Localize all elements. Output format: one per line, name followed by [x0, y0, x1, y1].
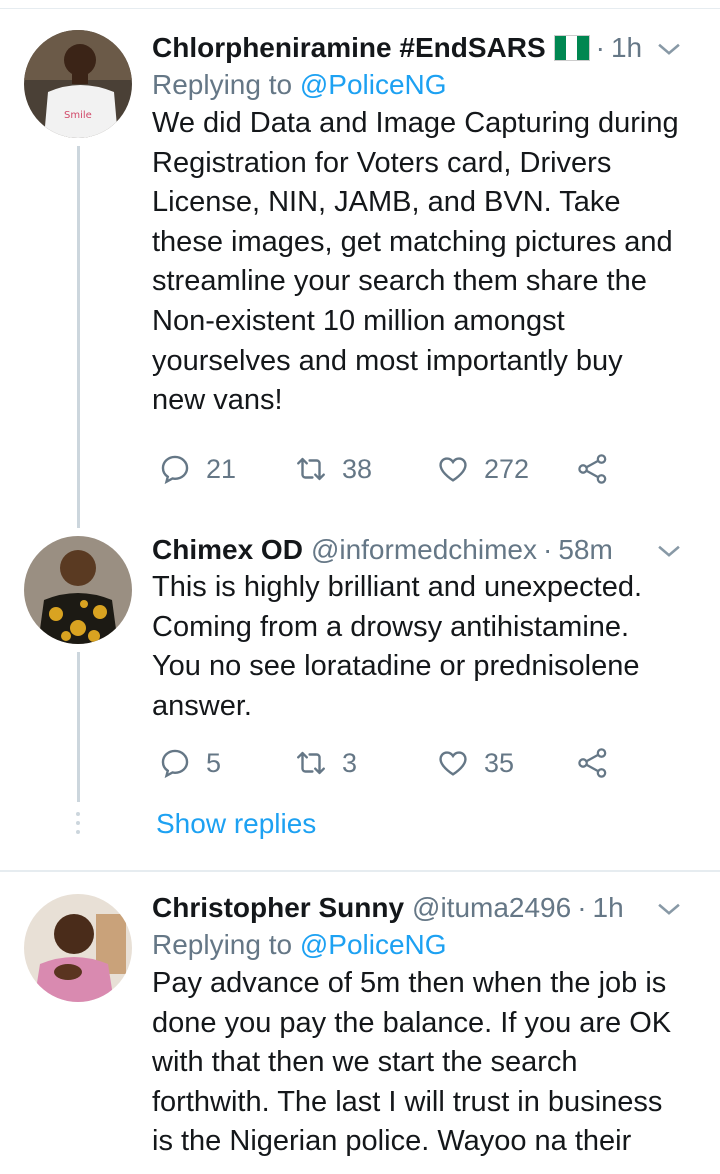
chevron-down-icon[interactable] — [652, 892, 686, 926]
retweet-icon — [297, 751, 325, 775]
like-button[interactable]: 35 — [436, 746, 576, 780]
like-count: 35 — [484, 747, 515, 778]
display-name[interactable]: Christopher Sunny — [152, 890, 404, 926]
replying-to: Replying to @PoliceNG — [152, 69, 447, 100]
reply-count: 5 — [206, 747, 222, 778]
reply-button[interactable]: 5 — [158, 746, 294, 780]
mention-link[interactable]: @PoliceNG — [300, 929, 447, 960]
timestamp[interactable]: 58m — [558, 532, 612, 568]
like-count: 272 — [484, 453, 530, 484]
reply-count: 21 — [206, 453, 237, 484]
tweet-header: Chimex OD @informedchimex · 58m — [152, 532, 696, 568]
section-divider — [0, 870, 720, 872]
display-name[interactable]: Chlorpheniramine #EndSARS — [152, 30, 546, 66]
retweet-count: 38 — [342, 453, 373, 484]
timestamp[interactable]: 1h — [593, 890, 624, 926]
chevron-down-icon[interactable] — [652, 32, 686, 66]
retweet-count: 3 — [342, 747, 358, 778]
share-icon — [578, 748, 607, 778]
avatar[interactable] — [24, 894, 132, 1002]
tweet-actions: 21 38 272 — [158, 452, 610, 486]
svg-text:Smile: Smile — [64, 110, 92, 121]
top-divider — [0, 8, 720, 9]
user-handle[interactable]: @informedchimex — [311, 532, 537, 568]
tweet-text: We did Data and Image Capturing during R… — [152, 107, 679, 417]
user-handle[interactable]: @ituma2496 — [412, 890, 571, 926]
display-name[interactable]: Chimex OD — [152, 532, 303, 568]
thread-line — [77, 652, 80, 802]
reply-button[interactable]: 21 — [158, 452, 294, 486]
mention-link[interactable]: @PoliceNG — [300, 69, 447, 100]
tweet-header: Christopher Sunny @ituma2496 · 1h — [152, 890, 696, 926]
avatar[interactable] — [24, 536, 132, 644]
show-replies-link[interactable]: Show replies — [156, 808, 316, 840]
retweet-button[interactable]: 3 — [294, 746, 436, 780]
tweet-text: This is highly brilliant and unexpected.… — [152, 571, 643, 722]
avatar[interactable]: Smile — [24, 30, 132, 138]
share-button[interactable] — [576, 746, 610, 780]
replying-to: Replying to @PoliceNG — [152, 929, 447, 960]
share-icon — [578, 454, 607, 484]
chevron-down-icon[interactable] — [652, 534, 686, 568]
separator-dot: · — [577, 892, 587, 923]
like-icon — [439, 751, 467, 776]
timestamp[interactable]: 1h — [611, 30, 642, 66]
tweet-header: Chlorpheniramine #EndSARS · 1h — [152, 30, 696, 66]
nigeria-flag-icon — [553, 35, 590, 61]
tweet-actions: 5 3 35 — [158, 746, 610, 780]
retweet-icon — [297, 457, 325, 481]
like-icon — [439, 457, 467, 482]
retweet-button[interactable]: 38 — [294, 452, 436, 486]
thread-line — [77, 146, 80, 528]
like-button[interactable]: 272 — [436, 452, 576, 486]
thread-dots — [76, 812, 81, 839]
separator-dot: · — [595, 32, 605, 63]
share-button[interactable] — [576, 452, 610, 486]
tweet-text: Pay advance of 5m then when the job is d… — [152, 967, 672, 1158]
reply-icon — [161, 455, 189, 485]
separator-dot: · — [543, 534, 553, 565]
reply-icon — [161, 749, 189, 779]
